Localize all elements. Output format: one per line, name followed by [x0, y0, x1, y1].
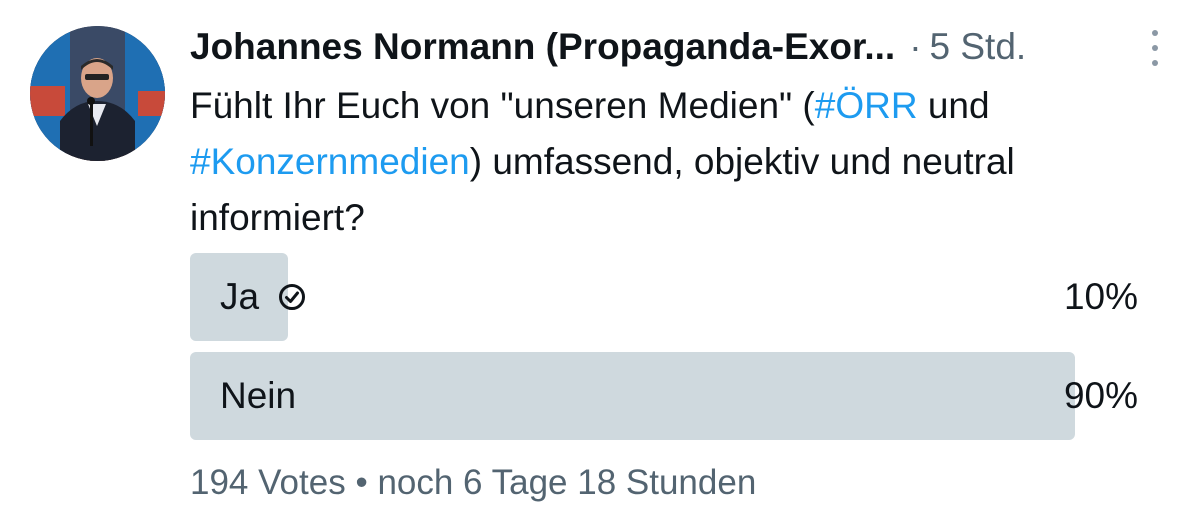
tweet-header: Johannes Normann (Propaganda-Exor... · 5… — [190, 24, 1150, 70]
hashtag-link[interactable]: #Konzernmedien — [190, 141, 470, 182]
poll-votes: 194 Votes — [190, 463, 346, 502]
author-name[interactable]: Johannes Normann (Propaganda-Exor... — [190, 24, 895, 70]
poll-option-nein[interactable]: Nein 90% — [190, 352, 1140, 440]
poll-result-bar — [190, 352, 1075, 440]
poll-time-remaining: noch 6 Tage 18 Stunden — [377, 463, 757, 502]
poll-option-ja[interactable]: Ja 10% — [190, 253, 1140, 341]
poll-option-percent: 90% — [1063, 375, 1138, 416]
avatar-photo — [30, 26, 165, 161]
poll-footer: 194 Votes • noch 6 Tage 18 Stunden — [190, 458, 756, 508]
poll-option-percent: 10% — [1063, 276, 1138, 317]
timestamp[interactable]: 5 Std. — [930, 24, 1027, 70]
poll-option-label: Ja — [220, 276, 260, 317]
tweet-text: Fühlt Ihr Euch von "unseren Medien" (#ÖR… — [190, 78, 1180, 246]
avatar[interactable] — [30, 26, 165, 161]
poll-option-label: Nein — [220, 375, 297, 416]
tweet-text-part: Fühlt Ihr Euch von "unseren Medien" ( — [190, 85, 815, 126]
more-vertical-icon[interactable] — [1140, 28, 1170, 68]
check-circle-icon — [277, 282, 307, 312]
poll-footer-bullet: • — [355, 463, 368, 502]
tweet-text-part: und — [917, 85, 990, 126]
header-separator: · — [909, 26, 922, 67]
hashtag-link[interactable]: #ÖRR — [815, 85, 918, 126]
